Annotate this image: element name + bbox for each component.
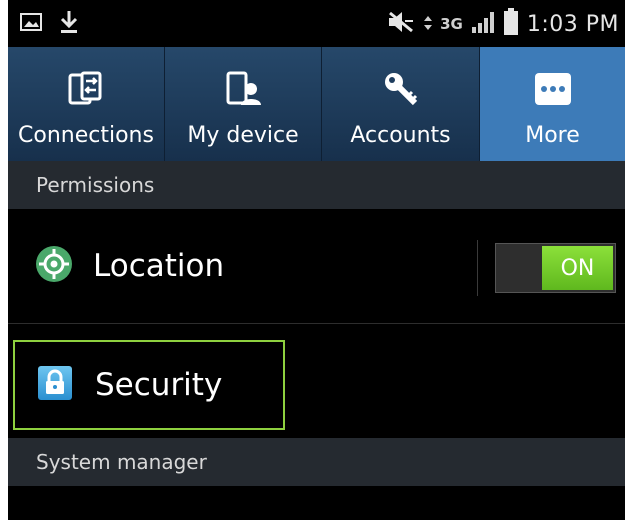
location-label: Location <box>93 248 225 284</box>
tab-label: Connections <box>18 123 154 148</box>
data-arrows-icon <box>424 15 433 34</box>
connections-icon <box>66 67 106 111</box>
battery-icon <box>503 8 519 40</box>
toggle-on-indicator: ON <box>542 246 613 290</box>
tab-label: Accounts <box>350 123 451 148</box>
accounts-key-icon <box>381 67 421 111</box>
tab-accounts[interactable]: Accounts <box>322 47 480 161</box>
more-dots-icon <box>533 67 573 111</box>
location-toggle[interactable]: ON <box>495 243 616 293</box>
location-target-icon <box>35 245 73 287</box>
row-divider <box>8 323 625 324</box>
clock: 1:03 PM <box>526 11 619 37</box>
network-type: 3G <box>440 15 463 33</box>
image-icon <box>20 13 42 35</box>
section-header-permissions: Permissions <box>8 161 625 209</box>
tab-my-device[interactable]: My device <box>165 47 322 161</box>
signal-icon <box>471 10 495 38</box>
lock-icon <box>37 365 73 405</box>
vertical-divider <box>477 240 478 296</box>
tab-label: More <box>525 123 580 148</box>
download-icon <box>60 10 78 38</box>
security-label: Security <box>95 367 223 403</box>
settings-tab-bar: Connections My device Accounts More <box>8 47 625 161</box>
status-bar: 3G 1:03 PM <box>8 0 625 47</box>
section-header-system-manager: System manager <box>8 438 625 486</box>
tab-connections[interactable]: Connections <box>8 47 165 161</box>
settings-screen: 3G 1:03 PM Connections My device Account… <box>8 0 625 520</box>
security-row[interactable]: Security <box>13 340 285 430</box>
my-device-icon <box>223 67 263 111</box>
tab-label: My device <box>187 123 299 148</box>
mute-icon <box>386 9 416 39</box>
tab-more[interactable]: More <box>480 47 625 161</box>
